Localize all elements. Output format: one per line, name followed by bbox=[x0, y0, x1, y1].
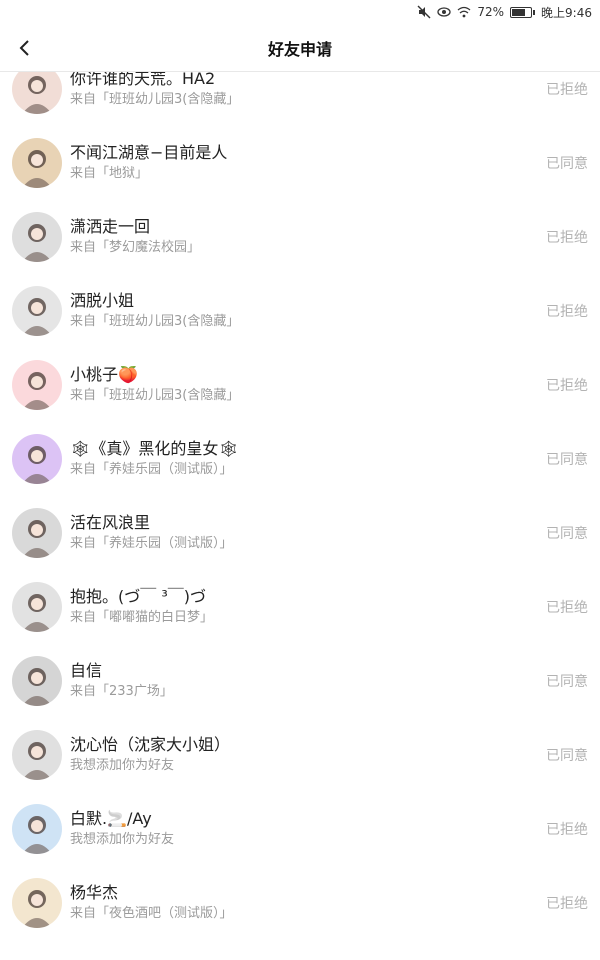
request-source: 来自「养娃乐园（测试版）」 bbox=[70, 536, 233, 551]
request-status: 已拒绝 bbox=[546, 600, 588, 616]
requester-name: 不闻江湖意−目前是人 bbox=[70, 143, 228, 162]
eye-icon bbox=[437, 5, 452, 19]
friend-request-item[interactable]: 沈心怡（沈家大小姐） 我想添加你为好友 已同意 bbox=[0, 718, 600, 792]
avatar[interactable] bbox=[12, 582, 62, 632]
request-source: 来自「班班幼儿园3(含隐藏」 bbox=[70, 92, 240, 107]
friend-request-item[interactable]: 小桃子🍑 来自「班班幼儿园3(含隐藏」 已拒绝 bbox=[0, 348, 600, 422]
friend-request-item[interactable]: 🕸《真》黑化的皇女🕸 来自「养娃乐园（测试版）」 已同意 bbox=[0, 422, 600, 496]
friend-request-item[interactable]: 杨华杰 来自「夜色酒吧（测试版）」 已拒绝 bbox=[0, 866, 600, 940]
request-info: 🕸《真》黑化的皇女🕸 来自「养娃乐园（测试版）」 bbox=[70, 438, 546, 480]
request-status: 已拒绝 bbox=[546, 82, 588, 98]
status-bar: 72% 晚上9:46 bbox=[0, 0, 600, 24]
request-info: 沈心怡（沈家大小姐） 我想添加你为好友 bbox=[70, 734, 546, 776]
request-info: 洒脱小姐来自「班班幼儿园3(含隐藏」 bbox=[70, 290, 546, 332]
requester-name: 小桃子🍑 bbox=[70, 365, 138, 384]
request-source: 来自「班班幼儿园3(含隐藏」 bbox=[70, 388, 240, 403]
request-source: 来自「养娃乐园（测试版）」 bbox=[70, 462, 233, 477]
request-status: 已拒绝 bbox=[546, 822, 588, 838]
nav-bar: 好友申请 bbox=[0, 24, 600, 72]
avatar[interactable] bbox=[12, 360, 62, 410]
requester-name: 杨华杰 bbox=[70, 883, 119, 902]
request-status: 已拒绝 bbox=[546, 304, 588, 320]
friend-request-item[interactable]: 洒脱小姐 来自「班班幼儿园3(含隐藏」 已拒绝 bbox=[0, 274, 600, 348]
requester-name: 自信 bbox=[70, 661, 103, 680]
requester-name: 洒脱小姐 bbox=[70, 291, 135, 310]
friend-request-item[interactable]: 白默.🚬/Ay 我想添加你为好友 已拒绝 bbox=[0, 792, 600, 866]
request-source: 来自「233广场」 bbox=[70, 684, 173, 699]
request-source: 我想添加你为好友 bbox=[70, 758, 175, 773]
avatar[interactable] bbox=[12, 878, 62, 928]
battery-percent: 72% bbox=[477, 5, 505, 19]
requester-name: 沈心怡（沈家大小姐） bbox=[70, 735, 231, 754]
friend-request-item[interactable]: 抱抱。(づ￣ ³￣)づ 来自「嘟嘟猫的白日梦」 已拒绝 bbox=[0, 570, 600, 644]
page-title: 好友申请 bbox=[267, 39, 332, 59]
request-status: 已同意 bbox=[546, 526, 588, 542]
friend-request-item[interactable]: 活在风浪里 来自「养娃乐园（测试版）」 已同意 bbox=[0, 496, 600, 570]
requester-name: 白默.🚬/Ay bbox=[70, 809, 152, 828]
requester-name: 抱抱。(づ￣ ³￣)づ bbox=[70, 587, 206, 606]
request-info: 不闻江湖意−目前是人来自「地狱」 bbox=[70, 142, 546, 184]
avatar[interactable] bbox=[12, 804, 62, 854]
request-info: 白默.🚬/Ay 我想添加你为好友 bbox=[70, 808, 546, 850]
request-status: 已拒绝 bbox=[546, 230, 588, 246]
request-source: 来自「夜色酒吧（测试版）」 bbox=[70, 906, 233, 921]
request-status: 已同意 bbox=[546, 156, 588, 172]
request-info: 潇洒走一回来自「梦幻魔法校园」 bbox=[70, 216, 546, 258]
request-status: 已拒绝 bbox=[546, 896, 588, 912]
avatar[interactable] bbox=[12, 212, 62, 262]
request-source: 我想添加你为好友 bbox=[70, 832, 175, 847]
request-info: 小桃子🍑 来自「班班幼儿园3(含隐藏」 bbox=[70, 364, 546, 406]
battery-icon bbox=[510, 6, 536, 18]
request-status: 已同意 bbox=[546, 748, 588, 764]
avatar[interactable] bbox=[12, 656, 62, 706]
friend-request-item[interactable]: 自信 来自「233广场」 已同意 bbox=[0, 644, 600, 718]
request-info: 你许谁的天荒。HA2 来自「班班幼儿园3(含隐藏」 bbox=[70, 68, 546, 110]
request-status: 已拒绝 bbox=[546, 378, 588, 394]
request-source: 来自「嘟嘟猫的白日梦」 bbox=[70, 610, 214, 625]
request-source: 来自「班班幼儿园3(含隐藏」 bbox=[70, 314, 240, 329]
request-source: 来自「地狱」 bbox=[70, 166, 149, 181]
request-status: 已同意 bbox=[546, 452, 588, 468]
friend-request-item[interactable]: 不闻江湖意−目前是人 来自「地狱」 已同意 bbox=[0, 126, 600, 200]
avatar[interactable] bbox=[12, 508, 62, 558]
friend-request-list: 你许谁的天荒。HA2 来自「班班幼儿园3(含隐藏」 已拒绝 不闻江湖意−目前是人 来自「… bbox=[0, 52, 600, 940]
request-info: 活在风浪里来自「养娃乐园（测试版）」 bbox=[70, 512, 546, 554]
request-info: 自信来自「233广场」 bbox=[70, 660, 546, 702]
requester-name: 🕸《真》黑化的皇女🕸 bbox=[70, 439, 239, 458]
clock: 晚上9:46 bbox=[541, 5, 592, 20]
request-info: 杨华杰来自「夜色酒吧（测试版）」 bbox=[70, 882, 546, 924]
request-info: 抱抱。(づ￣ ³￣)づ来自「嘟嘟猫的白日梦」 bbox=[70, 586, 546, 628]
request-source: 来自「梦幻魔法校园」 bbox=[70, 240, 201, 255]
requester-name: 活在风浪里 bbox=[70, 513, 151, 532]
requester-name: 潇洒走一回 bbox=[70, 217, 151, 236]
friend-request-item[interactable]: 潇洒走一回 来自「梦幻魔法校园」 已拒绝 bbox=[0, 200, 600, 274]
mute-icon bbox=[417, 5, 431, 19]
avatar[interactable] bbox=[12, 286, 62, 336]
wifi-icon bbox=[457, 5, 471, 19]
avatar[interactable] bbox=[12, 138, 62, 188]
request-status: 已同意 bbox=[546, 674, 588, 690]
avatar[interactable] bbox=[12, 730, 62, 780]
chevron-left-icon[interactable] bbox=[12, 36, 36, 60]
avatar[interactable] bbox=[12, 434, 62, 484]
